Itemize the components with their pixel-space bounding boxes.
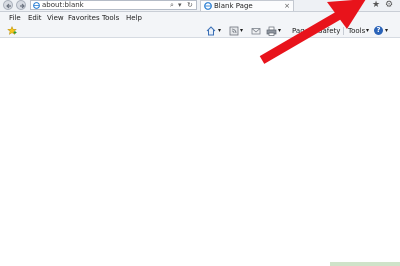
dropdown-arrow-icon[interactable]: ▾ [218,26,221,36]
toolbar-separator [343,27,344,35]
menu-bar: File Edit View Favorites Tools Help [0,12,400,24]
add-favorite-star-icon[interactable] [7,26,17,35]
settings-gear-icon[interactable]: ⚙ [385,0,393,10]
tab-blank-page[interactable]: Blank Page × [200,0,294,11]
safety-menu[interactable]: Safety [318,26,340,36]
tab-title: Blank Page [214,2,253,10]
dropdown-arrow-icon[interactable]: ▾ [385,26,388,36]
home-icon[interactable] [206,26,218,36]
dropdown-arrow-icon[interactable]: ▾ [366,26,369,36]
dropdown-arrow-icon[interactable]: ▾ [240,26,243,36]
address-url[interactable]: about:blank [42,1,84,10]
menu-tools[interactable]: Tools [102,13,119,23]
menu-edit[interactable]: Edit [28,13,42,23]
feeds-icon[interactable] [229,26,239,36]
menu-view[interactable]: View [47,13,64,23]
menu-favorites[interactable]: Favorites [68,13,100,23]
ie-page-icon [204,2,212,10]
favorites-star-icon[interactable]: ★ [372,0,380,10]
dropdown-arrow-icon[interactable]: ▾ [278,26,281,36]
new-tab-button[interactable] [296,0,306,10]
title-bar: about:blank ⌕ ▾ ↻ Blank Page × ★ ⚙ [0,0,400,12]
forward-arrow-icon [20,3,25,9]
status-corner [330,262,400,266]
command-bar: ▾ ▾ ▾ Page Safety Tools ▾ ? ▾ [0,24,400,38]
refresh-icon[interactable]: ↻ [187,1,193,10]
search-icon[interactable]: ⌕ [170,1,174,10]
browser-chrome: about:blank ⌕ ▾ ↻ Blank Page × ★ ⚙ File … [0,0,400,38]
help-icon[interactable]: ? [374,26,383,35]
close-tab-icon[interactable]: × [284,1,290,11]
address-bar[interactable]: about:blank ⌕ ▾ ↻ [30,0,197,10]
page-content [0,38,400,266]
read-mail-icon[interactable] [251,26,261,36]
print-icon[interactable] [266,26,277,36]
back-arrow-icon [6,3,11,9]
page-menu[interactable]: Page [292,26,309,36]
ie-page-icon [33,2,40,9]
menu-file[interactable]: File [9,13,21,23]
menu-help[interactable]: Help [126,13,142,23]
address-dropdown-icon[interactable]: ▾ [178,1,182,10]
tools-menu[interactable]: Tools [348,26,365,36]
forward-button[interactable] [16,0,26,10]
back-button[interactable] [3,0,13,10]
